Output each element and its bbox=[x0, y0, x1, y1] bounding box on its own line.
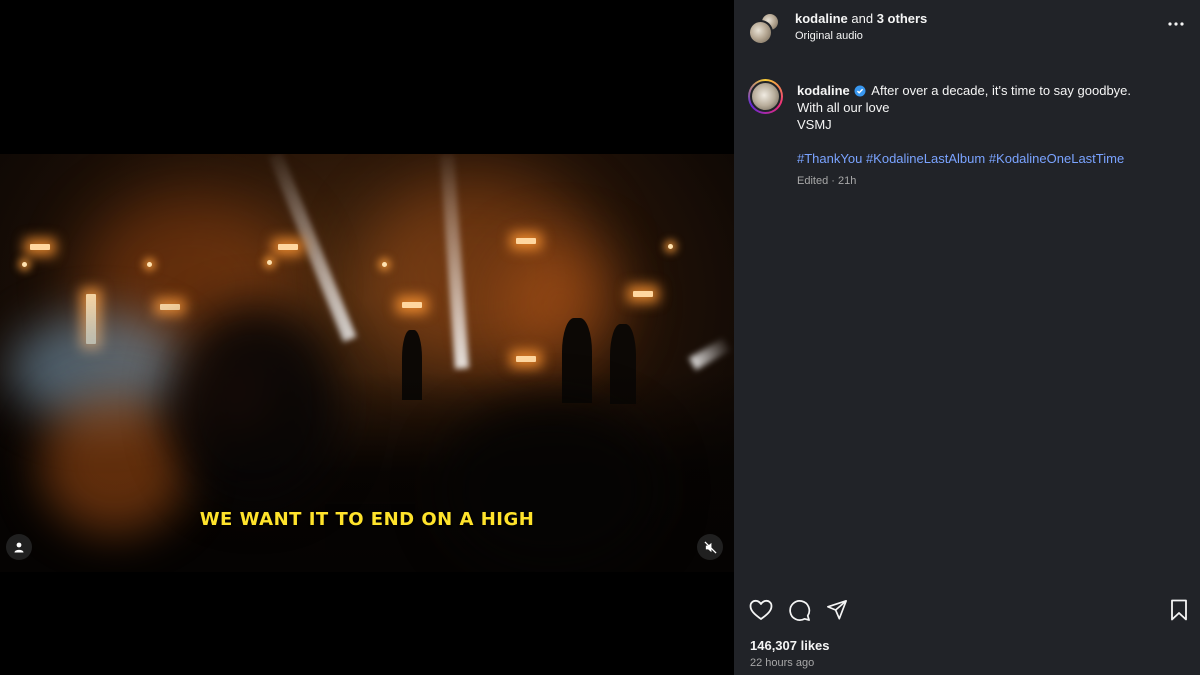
verified-badge-icon bbox=[854, 85, 866, 97]
post-timestamp[interactable]: 22 hours ago bbox=[750, 657, 814, 669]
user-tags-button[interactable] bbox=[6, 534, 32, 560]
caption-username-link[interactable]: kodaline bbox=[797, 83, 850, 98]
save-button[interactable] bbox=[1166, 597, 1192, 623]
share-button[interactable] bbox=[824, 597, 850, 623]
heart-icon bbox=[749, 599, 773, 620]
action-bar bbox=[748, 597, 1188, 623]
post-side-panel: kodaline and 3 others Original audio kod… bbox=[734, 0, 1200, 675]
hashtag-link[interactable]: #KodalineOneLastTime bbox=[989, 151, 1124, 166]
collab-avatars[interactable] bbox=[748, 12, 782, 45]
comment-button[interactable] bbox=[786, 597, 812, 623]
hashtag-link[interactable]: #KodalineLastAlbum bbox=[866, 151, 985, 166]
caption-edited-time: Edited · 21h bbox=[797, 175, 857, 187]
like-button[interactable] bbox=[748, 597, 774, 623]
mute-toggle-button[interactable] bbox=[697, 534, 723, 560]
more-options-icon bbox=[1168, 22, 1184, 26]
caption-line: With all our love bbox=[797, 100, 890, 115]
owner-avatar bbox=[748, 20, 773, 45]
bookmark-icon bbox=[1171, 599, 1187, 621]
media-pane: WE WANT IT TO END ON A HIGH bbox=[0, 0, 734, 675]
caption-avatar[interactable] bbox=[748, 79, 783, 114]
video-player[interactable]: WE WANT IT TO END ON A HIGH bbox=[0, 154, 734, 572]
caption-line: VSMJ bbox=[797, 117, 832, 132]
share-icon bbox=[827, 600, 847, 620]
video-subtitle: WE WANT IT TO END ON A HIGH bbox=[199, 509, 535, 530]
muted-speaker-icon bbox=[703, 540, 717, 554]
user-tag-icon bbox=[14, 542, 24, 553]
more-options-button[interactable] bbox=[1166, 14, 1186, 34]
likes-count[interactable]: 146,307 likes bbox=[750, 638, 830, 653]
comment-icon bbox=[788, 599, 810, 621]
hashtag-list: #ThankYou #KodalineLastAlbum #KodalineOn… bbox=[797, 150, 1187, 167]
caption-line: After over a decade, it's time to say go… bbox=[871, 83, 1132, 98]
owner-username-link[interactable]: kodaline bbox=[795, 11, 848, 26]
owner-conjunction: and bbox=[851, 11, 874, 26]
collaborators-link[interactable]: 3 others bbox=[877, 11, 928, 26]
hashtag-link[interactable]: #ThankYou bbox=[797, 151, 862, 166]
post-header: kodaline and 3 others Original audio bbox=[734, 0, 1200, 60]
original-audio-link[interactable]: Original audio bbox=[795, 30, 927, 42]
